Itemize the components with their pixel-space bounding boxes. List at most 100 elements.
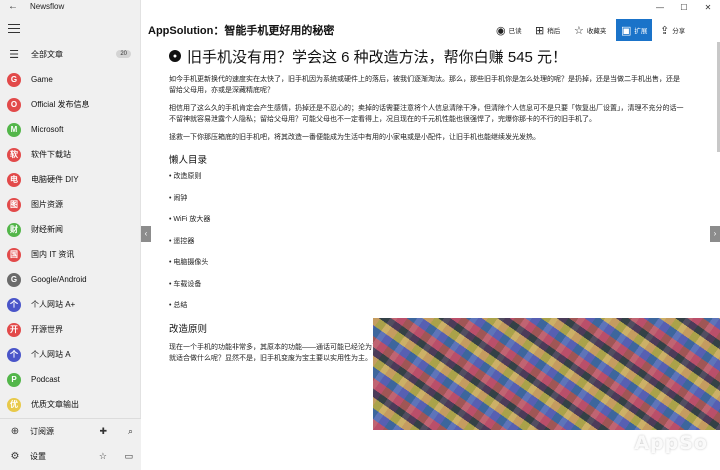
sidebar-item-label: Microsoft (31, 125, 64, 134)
feed-icon: G (7, 72, 21, 87)
sidebar-item-label: 国内 IT 资讯 (31, 250, 75, 259)
sidebar-item-label: 财经新闻 (31, 225, 63, 234)
sidebar-item-label: 软件下载站 (31, 150, 71, 159)
feed-icon: 电 (7, 172, 21, 187)
feed-icon: 国 (7, 247, 21, 262)
sidebar-item-google-android[interactable]: G Google/Android (0, 267, 141, 292)
sidebar-item-personal-a-plus[interactable]: 个 个人网站 A+ (0, 292, 141, 317)
sidebar-item-label: 个人网站 A+ (31, 300, 76, 309)
sidebar-item-personal-a[interactable]: 个 个人网站 A (0, 342, 141, 367)
expand-label: 扩展 (634, 28, 648, 35)
search-icon[interactable]: ⌕ (128, 426, 133, 437)
back-icon[interactable]: ← (8, 1, 18, 12)
article-paragraph: 相信用了这么久的手机肯定会产生感情，扔掉还是不忍心的；卖掉的话需要注意将个人信息… (169, 105, 684, 123)
star-icon[interactable]: ☆ (99, 451, 107, 462)
page-title: AppSolution：智能手机更好用的秘密 (148, 25, 335, 37)
star-icon: ☆ (574, 24, 584, 37)
settings-row[interactable]: ⚙ 设置 ☆ ▭ (0, 444, 141, 469)
app-title: Newsflow (30, 2, 65, 11)
favorites-label: 收藏夹 (586, 28, 607, 35)
sidebar-item-label: 开源世界 (31, 325, 63, 334)
article-paragraph: 拯救一下你那压箱底的旧手机吧，将其改造一番便能成为生活中有用的小家电或是小配件，… (169, 134, 540, 141)
toc-item[interactable]: WiFi 放大器 (169, 213, 709, 235)
article-image-old-phones (373, 318, 720, 430)
maximize-button[interactable]: ☐ (672, 0, 696, 16)
feed-icon: 个 (7, 347, 21, 362)
sidebar-item-label: 全部文章 (31, 50, 63, 59)
toc-item[interactable]: 改造原则 (169, 170, 709, 192)
sidebar-item-label: 优质文章输出 (31, 400, 79, 409)
mark-read-button[interactable]: ◉ 已读 (496, 19, 522, 41)
article-title-row: ● 旧手机没有用？学会这 6 种改造方法，帮你白赚 545 元！ (169, 45, 709, 67)
reading-pane: — ☐ ✕ AppSolution：智能手机更好用的秘密 ◉ 已读 ⊞ 稍后 ☆… (141, 0, 720, 470)
share-icon: ⇪ (660, 24, 670, 37)
read-later-label: 稍后 (547, 28, 561, 35)
feed-icon: M (7, 122, 21, 137)
feed-icon: P (7, 372, 21, 387)
sidebar-item-label: 图片资源 (31, 200, 63, 209)
sidebar-item-quality-articles[interactable]: 优 优质文章输出 (0, 392, 141, 417)
hamburger-menu-icon[interactable] (8, 24, 20, 34)
feed-icon: 财 (7, 222, 21, 237)
feed-icon: O (7, 97, 21, 112)
sidebar-item-it-news[interactable]: 国 国内 IT 资讯 (0, 242, 141, 267)
toc-item[interactable]: 车载设备 (169, 278, 709, 300)
sidebar-item-label: Google/Android (31, 275, 87, 284)
sidebar-item-official[interactable]: O Official 发布信息 (0, 92, 141, 117)
previous-article-button[interactable]: ‹ (141, 226, 151, 242)
minimize-button[interactable]: — (648, 0, 672, 16)
sidebar-item-hardware[interactable]: 电 电脑硬件 DIY (0, 167, 141, 192)
settings-label: 设置 (30, 452, 46, 461)
sidebar-item-all-articles[interactable]: ☰ 全部文章 20 (0, 42, 141, 67)
close-button[interactable]: ✕ (696, 0, 720, 16)
expand-icon: ▣ (621, 24, 632, 37)
toc-item[interactable]: 闹钟 (169, 192, 709, 214)
share-button[interactable]: ⇪ 分享 (660, 19, 685, 41)
read-later-button[interactable]: ⊞ 稍后 (535, 19, 560, 41)
feed-icon: 个 (7, 297, 21, 312)
feed-icon: 优 (7, 397, 21, 412)
sidebar-item-game[interactable]: G Game (0, 67, 141, 92)
check-circle-icon: ◉ (496, 24, 506, 37)
share-label: 分享 (672, 28, 686, 35)
favorites-button[interactable]: ☆ 收藏夹 (574, 19, 606, 41)
sidebar-item-label: 个人网站 A (31, 350, 71, 359)
sidebar-item-software[interactable]: 软 软件下载站 (0, 142, 141, 167)
toc-item[interactable]: 电脑摄像头 (169, 256, 709, 278)
appso-watermark: AppSo (634, 432, 708, 454)
toc-item[interactable]: 遥控器 (169, 235, 709, 257)
sidebar-item-finance[interactable]: 财 财经新闻 (0, 217, 141, 242)
article-title: 旧手机没有用？学会这 6 种改造方法，帮你白赚 545 元！ (187, 48, 568, 66)
next-article-button[interactable]: › (710, 226, 720, 242)
article-bullet-icon: ● (169, 50, 181, 62)
unread-count-badge: 20 (116, 50, 131, 58)
inbox-icon[interactable]: ▭ (124, 451, 133, 462)
add-feed-icon[interactable]: ✚ (99, 426, 107, 437)
window-controls: — ☐ ✕ (648, 0, 720, 16)
feed-icon: G (7, 272, 21, 287)
sidebar-item-label: Podcast (31, 375, 60, 384)
sidebar-item-label: Game (31, 75, 53, 84)
toc-heading: 懒人目录 (169, 155, 208, 166)
table-of-contents: 改造原则 闹钟 WiFi 放大器 遥控器 电脑摄像头 车载设备 总结 (169, 170, 709, 321)
sidebar-item-images[interactable]: 图 图片资源 (0, 192, 141, 217)
feed-icon: 图 (7, 197, 21, 212)
subscriptions-label: 订阅源 (30, 427, 54, 436)
sidebar: ← Newsflow ☰ 全部文章 20 G Game O Official 发… (0, 0, 141, 470)
sidebar-item-podcast[interactable]: P Podcast (0, 367, 141, 392)
subscriptions-row[interactable]: ⊕ 订阅源 ✚ ⌕ (0, 419, 141, 444)
gear-icon: ⚙ (10, 451, 20, 462)
list-icon: ☰ (9, 49, 19, 61)
article-toolbar: AppSolution：智能手机更好用的秘密 ◉ 已读 ⊞ 稍后 ☆ 收藏夹 ▣… (141, 16, 720, 42)
expand-button[interactable]: ▣ 扩展 (616, 19, 653, 41)
sidebar-footer: ⊕ 订阅源 ✚ ⌕ ⚙ 设置 ☆ ▭ (0, 418, 141, 470)
globe-icon: ⊕ (10, 426, 20, 437)
feed-icon: 开 (7, 322, 21, 337)
sidebar-item-microsoft[interactable]: M Microsoft (0, 117, 141, 142)
mark-read-label: 已读 (508, 28, 522, 35)
sidebar-item-open-source[interactable]: 开 开源世界 (0, 317, 141, 342)
sidebar-item-label: 电脑硬件 DIY (31, 175, 79, 184)
article-paragraph: 如今手机更新换代的速度实在太快了，旧手机因为系统或硬件上的落后，被我们逐渐淘汰。… (169, 76, 680, 94)
bookmark-icon: ⊞ (535, 24, 545, 37)
feed-list: ☰ 全部文章 20 G Game O Official 发布信息 M Micro… (0, 42, 141, 417)
